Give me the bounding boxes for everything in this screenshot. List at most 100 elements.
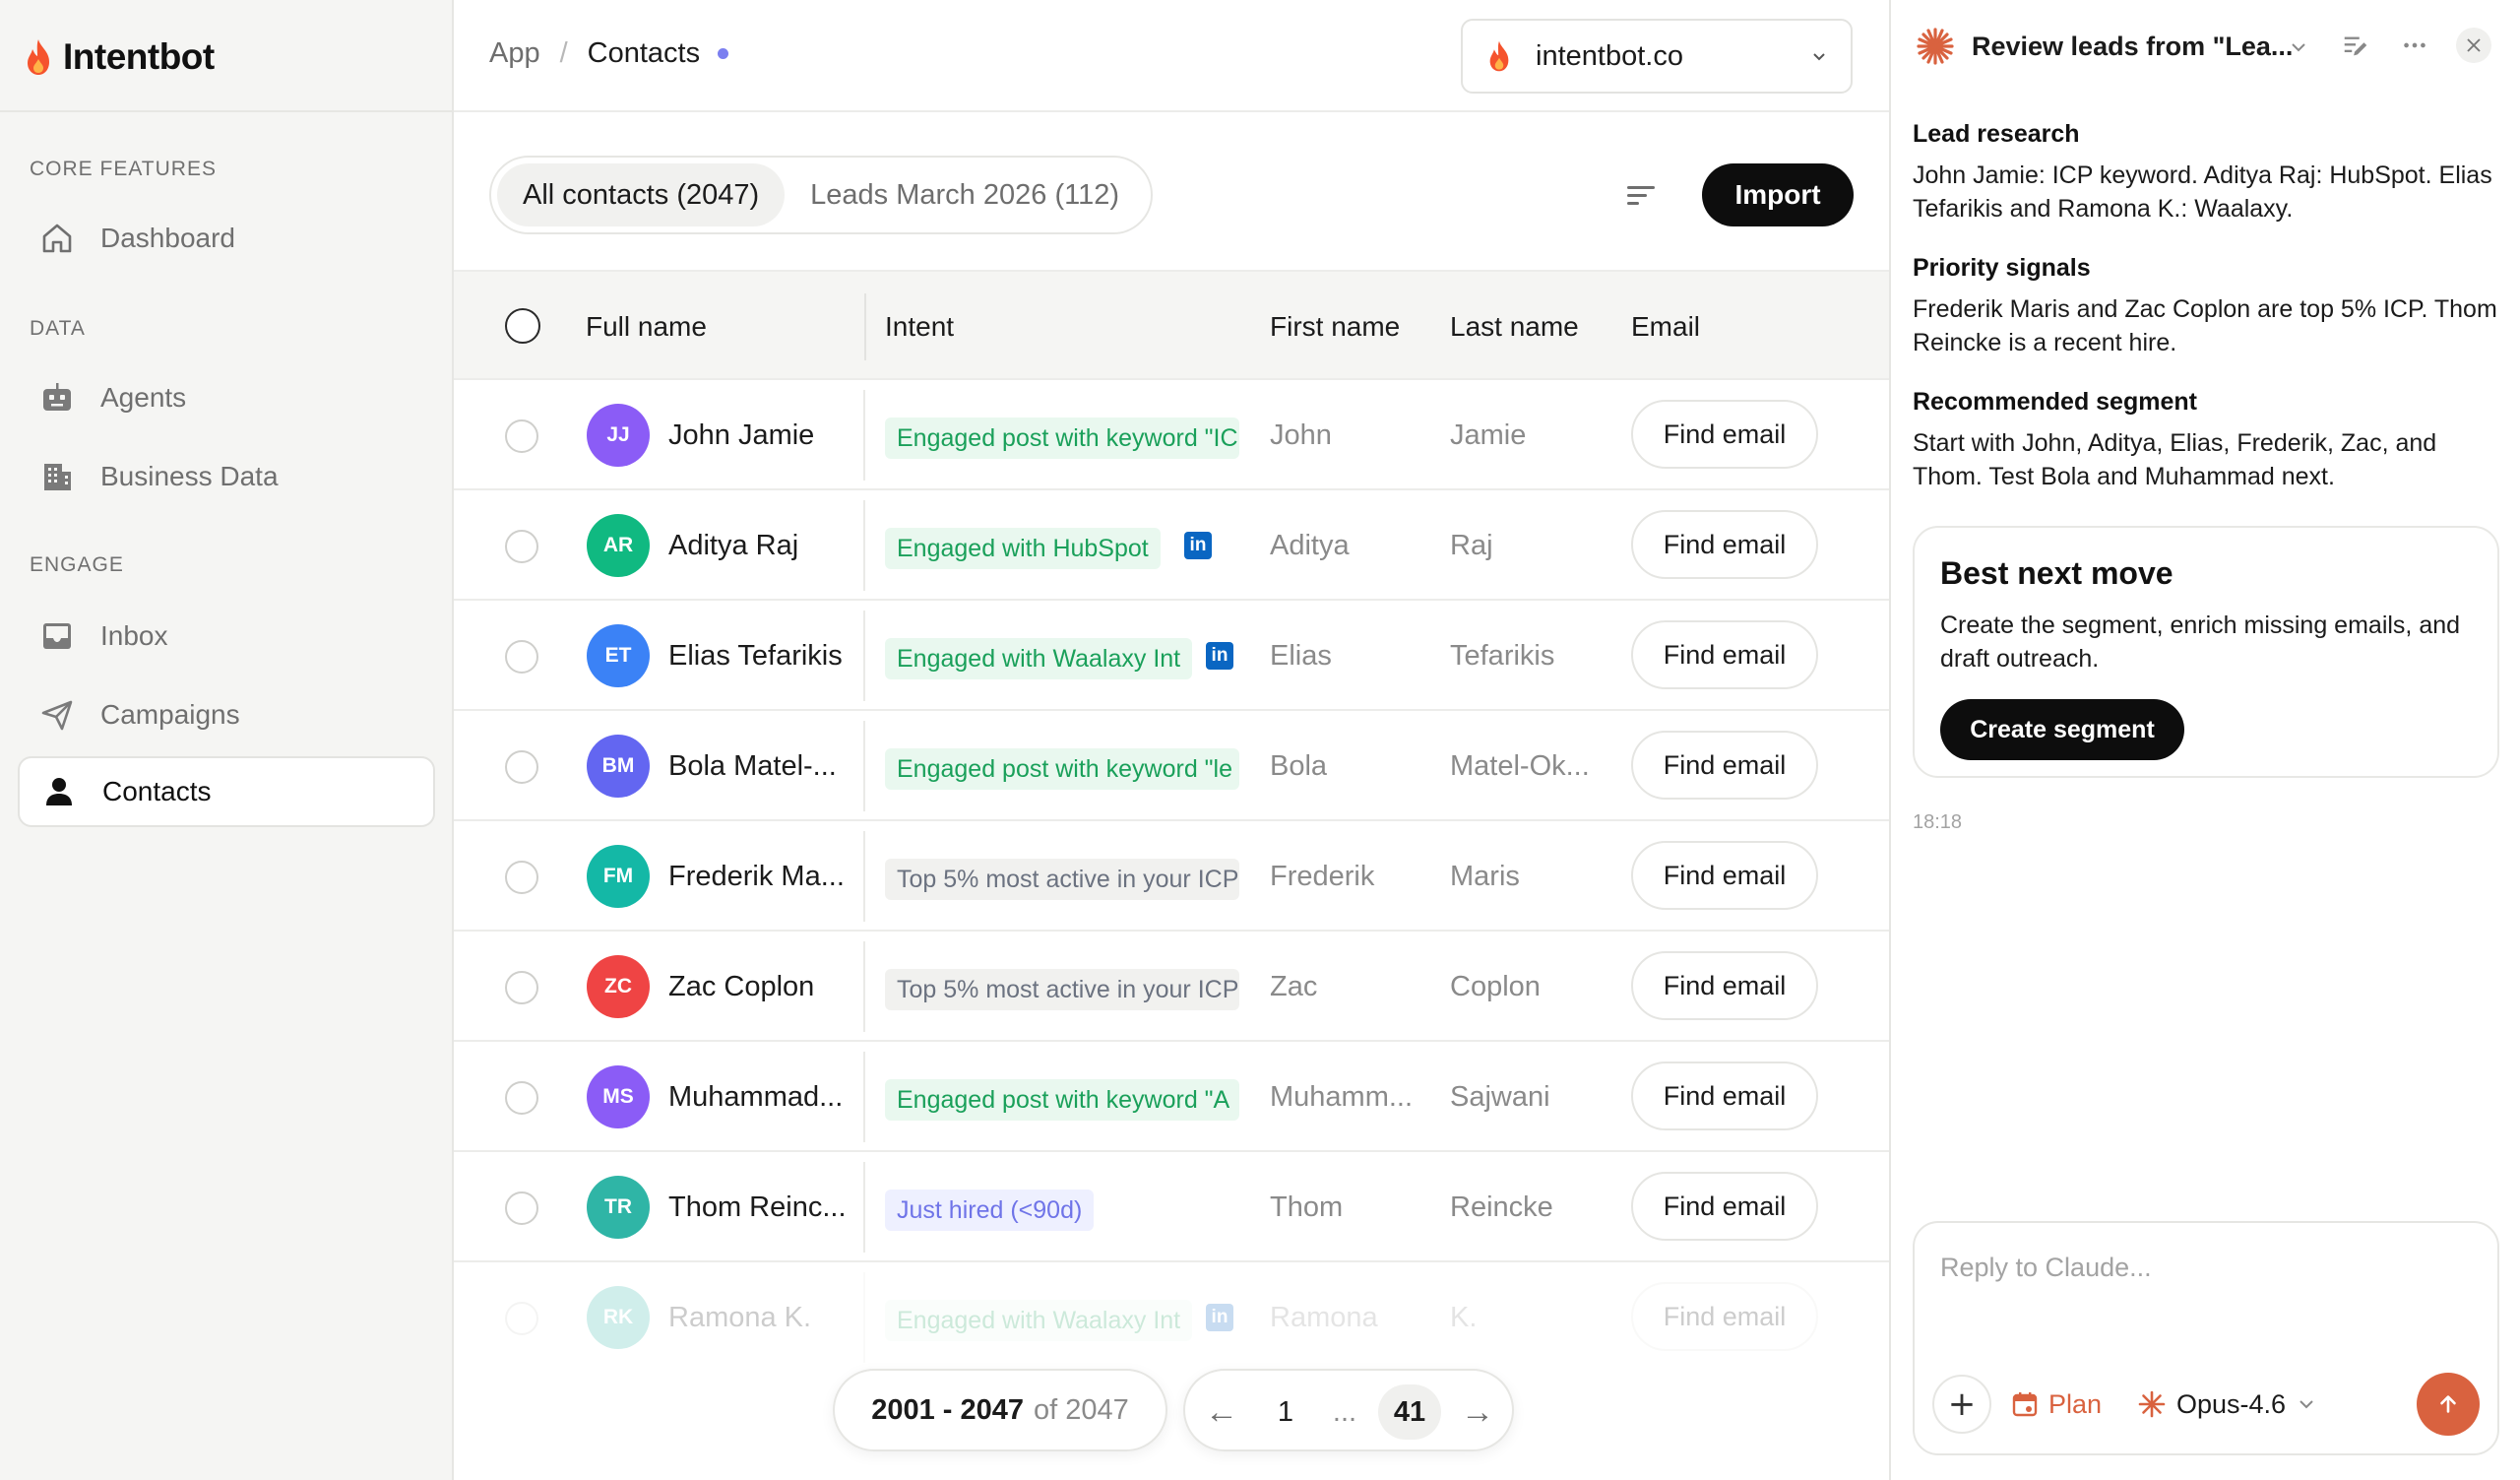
- contact-full-name[interactable]: Ramona K.: [668, 1302, 811, 1334]
- find-email-button[interactable]: Find email: [1631, 400, 1818, 469]
- row-checkbox[interactable]: [505, 419, 538, 453]
- sidebar-item-campaigns[interactable]: Campaigns: [18, 679, 435, 750]
- contact-last-name: Jamie: [1450, 419, 1527, 451]
- row-checkbox[interactable]: [505, 1081, 538, 1115]
- contact-first-name: Muhamm...: [1270, 1081, 1414, 1113]
- sidebar-item-label: Campaigns: [100, 699, 240, 730]
- contact-full-name[interactable]: Elias Tefarikis: [668, 640, 843, 673]
- next-page-button[interactable]: →: [1453, 1384, 1502, 1440]
- find-email-button[interactable]: Find email: [1631, 1062, 1818, 1130]
- row-checkbox[interactable]: [505, 530, 538, 563]
- find-email-button[interactable]: Find email: [1631, 1282, 1818, 1351]
- table-row[interactable]: ET Elias Tefarikis Engaged with Waalaxy In…: [454, 601, 1889, 711]
- calendar-icon: [2012, 1392, 2038, 1417]
- import-button[interactable]: Import: [1702, 163, 1854, 226]
- column-intent[interactable]: Intent: [885, 311, 954, 343]
- chevron-down-icon[interactable]: [2289, 37, 2308, 57]
- close-icon[interactable]: [2456, 28, 2491, 63]
- add-attachment-button[interactable]: +: [1932, 1375, 1991, 1434]
- section-label-data: DATA: [30, 317, 86, 340]
- row-checkbox[interactable]: [505, 640, 538, 674]
- contact-full-name[interactable]: John Jamie: [668, 419, 814, 452]
- topbar: App / Contacts intentbot.co: [454, 0, 1889, 112]
- contact-first-name: Aditya: [1270, 530, 1350, 561]
- row-checkbox[interactable]: [505, 861, 538, 894]
- column-first-name[interactable]: First name: [1270, 311, 1400, 343]
- send-button[interactable]: [2417, 1373, 2480, 1436]
- row-checkbox[interactable]: [505, 971, 538, 1004]
- card-title: Best next move: [1940, 555, 2174, 591]
- conversation-title[interactable]: Review leads from "Lea...: [1972, 32, 2293, 62]
- avatar: TR: [587, 1176, 650, 1239]
- sidebar-item-agents[interactable]: Agents: [18, 362, 435, 433]
- model-selector[interactable]: Opus-4.6: [2137, 1384, 2315, 1424]
- tab-all-contacts[interactable]: All contacts (2047): [497, 163, 786, 226]
- find-email-button[interactable]: Find email: [1631, 841, 1818, 910]
- prev-page-button[interactable]: ←: [1197, 1384, 1246, 1440]
- column-last-name[interactable]: Last name: [1450, 311, 1579, 343]
- reply-input[interactable]: [1940, 1243, 2472, 1292]
- plan-button[interactable]: Plan: [2011, 1384, 2102, 1424]
- sidebar-item-contacts[interactable]: Contacts: [18, 756, 435, 827]
- find-email-button[interactable]: Find email: [1631, 620, 1818, 689]
- find-email-button[interactable]: Find email: [1631, 1172, 1818, 1241]
- contact-last-name: Reincke: [1450, 1191, 1553, 1223]
- workspace-selector[interactable]: intentbot.co: [1461, 19, 1853, 94]
- sidebar-item-label: Agents: [100, 382, 187, 413]
- page-button-first[interactable]: 1: [1266, 1384, 1305, 1440]
- chevron-down-icon: [2300, 1400, 2313, 1409]
- sidebar-item-inbox[interactable]: Inbox: [18, 601, 435, 672]
- intent-cell-divider: [863, 611, 865, 701]
- table-row[interactable]: ZC Zac Coplon Top 5% most active in your I…: [454, 932, 1889, 1042]
- find-email-button[interactable]: Find email: [1631, 510, 1818, 579]
- contact-full-name[interactable]: Thom Reinc...: [668, 1191, 847, 1224]
- contact-full-name[interactable]: Zac Coplon: [668, 971, 814, 1003]
- linkedin-icon[interactable]: in: [1206, 642, 1233, 670]
- contact-full-name[interactable]: Aditya Raj: [668, 530, 798, 562]
- message-heading: Priority signals: [1913, 254, 2091, 282]
- assistant-header: Review leads from "Lea...: [1891, 0, 2520, 95]
- intent-badge: Engaged with Waalaxy Int: [885, 1300, 1193, 1341]
- table-row[interactable]: RK Ramona K. Engaged with Waalaxy Int in Ram…: [454, 1262, 1889, 1373]
- table-row[interactable]: MS Muhammad... Engaged post with keyword "…: [454, 1042, 1889, 1152]
- new-chat-icon[interactable]: [2338, 28, 2373, 63]
- arrow-up-icon: [2440, 1395, 2456, 1413]
- table-row[interactable]: JJ John Jamie Engaged post with keyword "I…: [454, 380, 1889, 490]
- find-email-button[interactable]: Find email: [1631, 951, 1818, 1020]
- linkedin-icon[interactable]: in: [1206, 1304, 1233, 1331]
- message-timestamp: 18:18: [1913, 811, 1963, 833]
- contact-full-name[interactable]: Bola Matel-...: [668, 750, 837, 783]
- intent-badge: Top 5% most active in your ICP: [885, 859, 1239, 900]
- card-text: Create the segment, enrich missing email…: [1940, 611, 2461, 673]
- tab-leads-march-2026[interactable]: Leads March 2026 (112): [785, 163, 1145, 226]
- create-segment-button[interactable]: Create segment: [1940, 699, 2184, 760]
- sidebar-item-business-data[interactable]: Business Data: [18, 441, 435, 512]
- contact-full-name[interactable]: Frederik Ma...: [668, 861, 845, 893]
- row-checkbox[interactable]: [505, 1302, 538, 1335]
- page-button-current[interactable]: 41: [1378, 1384, 1441, 1440]
- table-row[interactable]: FM Frederik Ma... Top 5% most active in yo…: [454, 821, 1889, 932]
- column-divider: [864, 293, 866, 360]
- linkedin-icon[interactable]: in: [1184, 532, 1212, 559]
- find-email-button[interactable]: Find email: [1631, 731, 1818, 800]
- section-label-engage: ENGAGE: [30, 553, 124, 576]
- brand-name: Intentbot: [63, 36, 215, 77]
- column-email[interactable]: Email: [1631, 311, 1700, 343]
- contact-full-name[interactable]: Muhammad...: [668, 1081, 843, 1114]
- brand[interactable]: Intentbot: [22, 33, 215, 81]
- filter-icon[interactable]: [1621, 177, 1661, 213]
- table-row[interactable]: TR Thom Reinc... Just hired (<90d) Thom Rein…: [454, 1152, 1889, 1262]
- more-options-icon[interactable]: [2397, 28, 2432, 63]
- sidebar-item-label: Dashboard: [100, 223, 235, 253]
- breadcrumb-app[interactable]: App: [489, 37, 540, 70]
- intent-badge: Engaged post with keyword "IC: [885, 418, 1239, 459]
- message-lead-research: Lead research John Jamie: ICP keyword. A…: [1913, 120, 2503, 225]
- select-all-checkbox[interactable]: [505, 308, 540, 344]
- table-row[interactable]: AR Aditya Raj Engaged with HubSpot in Aditya…: [454, 490, 1889, 601]
- table-row[interactable]: BM Bola Matel-... Engaged post with keywor…: [454, 711, 1889, 821]
- sidebar-item-dashboard[interactable]: Dashboard: [18, 203, 435, 274]
- row-checkbox[interactable]: [505, 750, 538, 784]
- column-full-name[interactable]: Full name: [586, 311, 707, 343]
- intent-cell-divider: [863, 1052, 865, 1142]
- row-checkbox[interactable]: [505, 1191, 538, 1225]
